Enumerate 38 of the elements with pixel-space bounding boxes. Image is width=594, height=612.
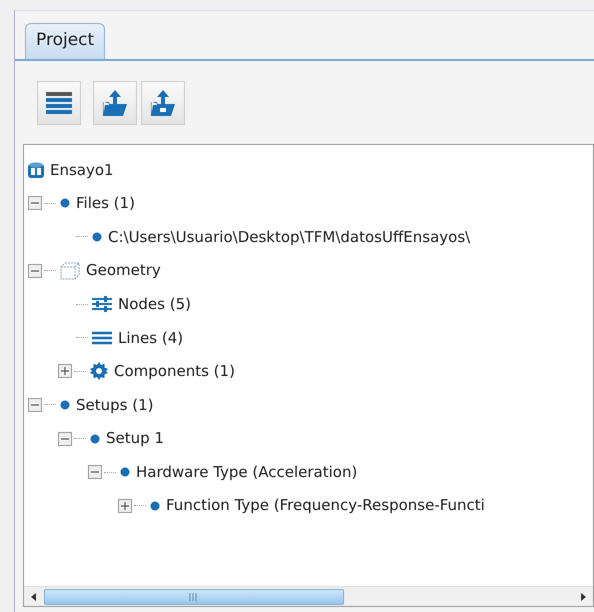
dot-icon bbox=[150, 500, 160, 511]
tree-item[interactable]: Ensayo1 bbox=[50, 158, 114, 182]
collapse-toggle[interactable] bbox=[28, 196, 42, 210]
sliders-icon bbox=[92, 296, 112, 312]
project-tab[interactable]: Project bbox=[25, 22, 106, 59]
dot-icon bbox=[60, 198, 70, 208]
scrollbar-thumb[interactable] bbox=[44, 588, 344, 604]
list-button[interactable] bbox=[37, 81, 81, 125]
collapse-toggle[interactable] bbox=[58, 432, 72, 446]
gear-icon bbox=[90, 362, 108, 380]
collapse-toggle[interactable] bbox=[28, 264, 42, 278]
upload-folder-button[interactable] bbox=[93, 81, 137, 125]
expand-toggle[interactable] bbox=[58, 364, 72, 378]
tree-item[interactable]: Components (1) bbox=[114, 360, 235, 383]
upload-folder-button[interactable] bbox=[141, 81, 185, 125]
tree-item[interactable]: Nodes (5) bbox=[118, 292, 191, 316]
upload-folder-icon bbox=[103, 90, 127, 116]
dot-icon bbox=[92, 232, 102, 242]
tree-item[interactable]: Setups (1) bbox=[76, 394, 154, 416]
tree-item[interactable]: Setup 1 bbox=[106, 427, 164, 450]
dot-icon bbox=[60, 400, 70, 410]
box-outline-icon bbox=[60, 262, 80, 280]
tree-item[interactable]: Hardware Type (Acceleration) bbox=[136, 460, 358, 484]
dot-icon bbox=[90, 434, 100, 444]
tree-item[interactable]: Files (1) bbox=[76, 192, 135, 215]
lines-icon bbox=[92, 330, 112, 345]
tree-item[interactable]: Function Type (Frequency-Response-Functi bbox=[166, 494, 485, 517]
collapse-toggle[interactable] bbox=[88, 465, 102, 480]
expand-toggle[interactable] bbox=[118, 498, 132, 513]
cube-icon bbox=[28, 162, 44, 178]
horizontal-scrollbar[interactable] bbox=[24, 586, 593, 606]
upload-folder-icon bbox=[151, 90, 175, 116]
tree-item[interactable]: C:\Users\Usuario\Desktop\TFM\datosUffEnsayos\ bbox=[108, 226, 470, 248]
tree-item[interactable]: Geometry bbox=[86, 259, 161, 282]
tree-item[interactable]: Lines (4) bbox=[118, 326, 184, 350]
dot-icon bbox=[120, 467, 130, 478]
collapse-toggle[interactable] bbox=[28, 398, 42, 412]
list-icon bbox=[46, 92, 72, 114]
